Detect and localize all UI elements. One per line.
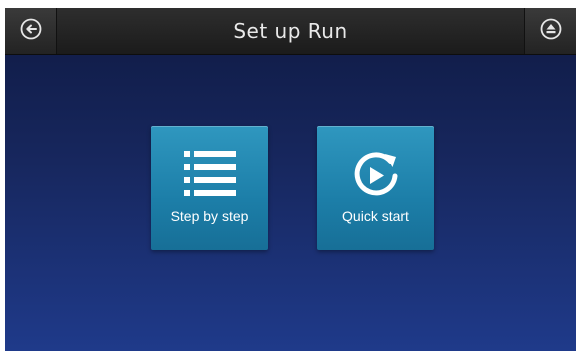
eject-button[interactable] xyxy=(524,8,576,54)
run-setup-screen: Set up Run Step by step Quick start xyxy=(5,8,576,351)
step-by-step-button[interactable]: Step by step xyxy=(151,126,268,250)
page-title: Set up Run xyxy=(233,19,348,43)
header-bar: Set up Run xyxy=(5,8,576,55)
quick-start-play-icon xyxy=(317,148,434,202)
eject-icon xyxy=(540,18,562,44)
step-by-step-label: Step by step xyxy=(170,208,249,224)
quick-start-label: Quick start xyxy=(342,208,409,224)
quick-start-button[interactable]: Quick start xyxy=(317,126,434,250)
list-icon xyxy=(151,148,268,202)
